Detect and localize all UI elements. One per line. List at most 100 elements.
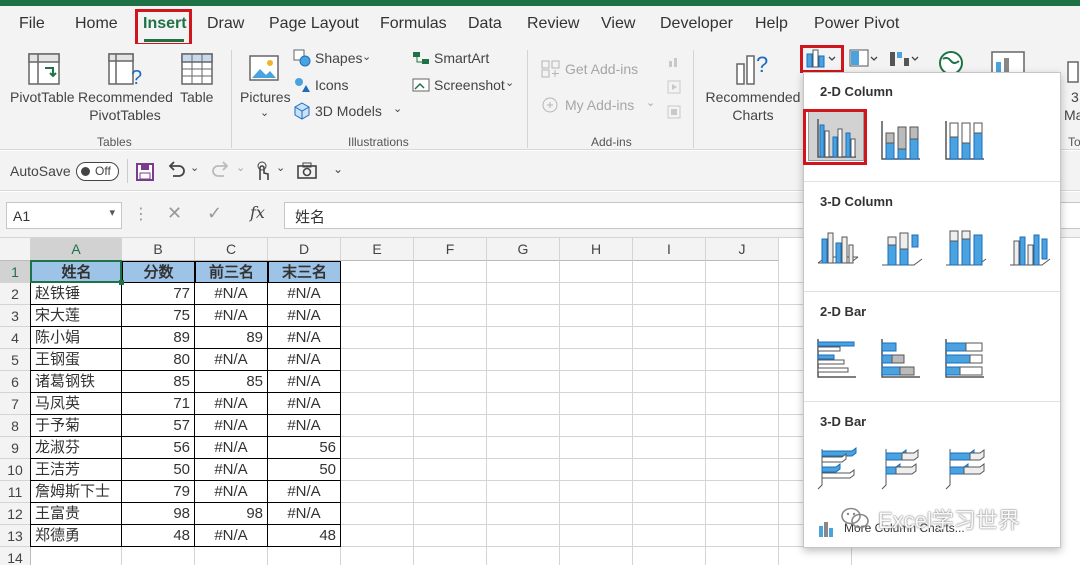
grid-cell[interactable] (560, 327, 633, 349)
grid-cell[interactable] (487, 305, 560, 327)
grid-cell[interactable] (341, 393, 414, 415)
column-header-i[interactable]: I (633, 238, 706, 261)
grid-cell[interactable] (633, 283, 706, 305)
table-cell[interactable]: #N/A (268, 481, 341, 503)
grid-cell[interactable] (633, 525, 706, 547)
table-cell[interactable]: #N/A (195, 283, 268, 305)
waterfall-chart-icon[interactable] (887, 48, 921, 70)
table-cell[interactable]: 50 (268, 459, 341, 481)
get-addins-label[interactable]: Get Add-ins (565, 61, 638, 77)
grid-cell[interactable] (633, 481, 706, 503)
recommended-pivottables-label-2[interactable]: PivotTables (78, 107, 172, 123)
grid-cell[interactable] (633, 503, 706, 525)
table-cell[interactable]: 98 (122, 503, 195, 525)
tab-power-pivot[interactable]: Power Pivot (814, 15, 899, 33)
grid-cell[interactable] (31, 547, 122, 565)
grid-cell[interactable] (706, 283, 779, 305)
grid-cell[interactable] (487, 261, 560, 283)
pictures-icon[interactable] (248, 54, 280, 84)
stacked-bar-icon[interactable] (880, 337, 922, 379)
grid-cell[interactable] (633, 459, 706, 481)
table-cell[interactable]: #N/A (195, 349, 268, 371)
grid-cell[interactable] (487, 503, 560, 525)
shapes-icon[interactable] (293, 49, 311, 67)
row-header-11[interactable]: 11 (0, 481, 31, 503)
table-cell[interactable]: #N/A (268, 283, 341, 305)
row-header-13[interactable]: 13 (0, 525, 31, 547)
grid-cell[interactable] (487, 283, 560, 305)
grid-cell[interactable] (414, 349, 487, 371)
grid-cell[interactable] (706, 415, 779, 437)
table-cell[interactable]: #N/A (268, 371, 341, 393)
table-header-cell[interactable]: 末三名 (268, 261, 341, 283)
column-header-h[interactable]: H (560, 238, 633, 261)
grid-cell[interactable] (560, 349, 633, 371)
save-icon[interactable] (135, 162, 155, 182)
table-cell[interactable]: #N/A (195, 305, 268, 327)
pictures-dropdown-icon[interactable]: ⌄ (260, 106, 269, 119)
100-stacked-column-icon[interactable] (944, 119, 986, 161)
smartart-label[interactable]: SmartArt (434, 50, 489, 66)
grid-cell[interactable] (341, 349, 414, 371)
grid-cell[interactable] (487, 525, 560, 547)
table-cell[interactable]: 马凤英 (31, 393, 122, 415)
grid-cell[interactable] (560, 525, 633, 547)
table-cell[interactable]: 85 (122, 371, 195, 393)
grid-cell[interactable] (560, 261, 633, 283)
column-header-j[interactable]: J (706, 238, 779, 261)
visio-icon[interactable] (666, 104, 682, 120)
grid-cell[interactable] (414, 503, 487, 525)
table-header-cell[interactable]: 分数 (122, 261, 195, 283)
recommended-charts-icon[interactable]: ? (734, 50, 772, 88)
grid-cell[interactable] (706, 327, 779, 349)
table-cell[interactable]: 诸葛钢铁 (31, 371, 122, 393)
table-cell[interactable]: #N/A (195, 437, 268, 459)
grid-cell[interactable] (706, 437, 779, 459)
clustered-bar-icon[interactable] (816, 337, 858, 379)
table-cell[interactable]: 77 (122, 283, 195, 305)
stacked-column-icon[interactable] (880, 119, 922, 161)
fill-handle[interactable] (119, 280, 124, 285)
table-cell[interactable]: 98 (195, 503, 268, 525)
table-cell[interactable]: #N/A (268, 503, 341, 525)
table-cell[interactable]: #N/A (268, 415, 341, 437)
grid-cell[interactable] (487, 481, 560, 503)
grid-cell[interactable] (414, 261, 487, 283)
clustered-column-icon[interactable] (816, 117, 858, 159)
pivottable-label[interactable]: PivotTable (10, 89, 75, 105)
table-cell[interactable]: 郑德勇 (31, 525, 122, 547)
tab-formulas[interactable]: Formulas (380, 15, 447, 33)
grid-cell[interactable] (268, 547, 341, 565)
grid-cell[interactable] (341, 547, 414, 565)
row-header-1[interactable]: 1 (0, 261, 31, 283)
my-addins-label[interactable]: My Add-ins (565, 97, 634, 113)
autosave-toggle[interactable]: Off (76, 162, 119, 181)
table-cell[interactable]: #N/A (195, 393, 268, 415)
tab-view[interactable]: View (601, 15, 635, 33)
table-cell[interactable]: 89 (122, 327, 195, 349)
grid-cell[interactable] (414, 305, 487, 327)
grid-cell[interactable] (414, 459, 487, 481)
3d-stacked-column-icon[interactable] (880, 227, 924, 271)
row-header-8[interactable]: 8 (0, 415, 31, 437)
grid-cell[interactable] (633, 305, 706, 327)
pivottable-icon[interactable] (27, 52, 61, 86)
grid-cell[interactable] (487, 371, 560, 393)
grid-cell[interactable] (487, 437, 560, 459)
get-addins-icon[interactable] (541, 60, 561, 78)
3d-models-icon[interactable] (293, 102, 311, 120)
grid-cell[interactable] (633, 393, 706, 415)
column-header-d[interactable]: D (268, 238, 341, 261)
table-cell[interactable]: 赵铁锤 (31, 283, 122, 305)
recommended-pivottables-icon[interactable]: ? (107, 52, 143, 88)
row-header-9[interactable]: 9 (0, 437, 31, 459)
people-graph-icon[interactable] (666, 54, 682, 70)
table-header-cell[interactable]: 前三名 (195, 261, 268, 283)
row-header-10[interactable]: 10 (0, 459, 31, 481)
undo-dropdown-icon[interactable]: ⌄ (190, 161, 199, 174)
grid-cell[interactable] (341, 437, 414, 459)
table-cell[interactable]: 57 (122, 415, 195, 437)
column-header-a[interactable]: A (31, 238, 122, 261)
table-cell[interactable]: 85 (195, 371, 268, 393)
tab-file[interactable]: File (19, 15, 45, 33)
